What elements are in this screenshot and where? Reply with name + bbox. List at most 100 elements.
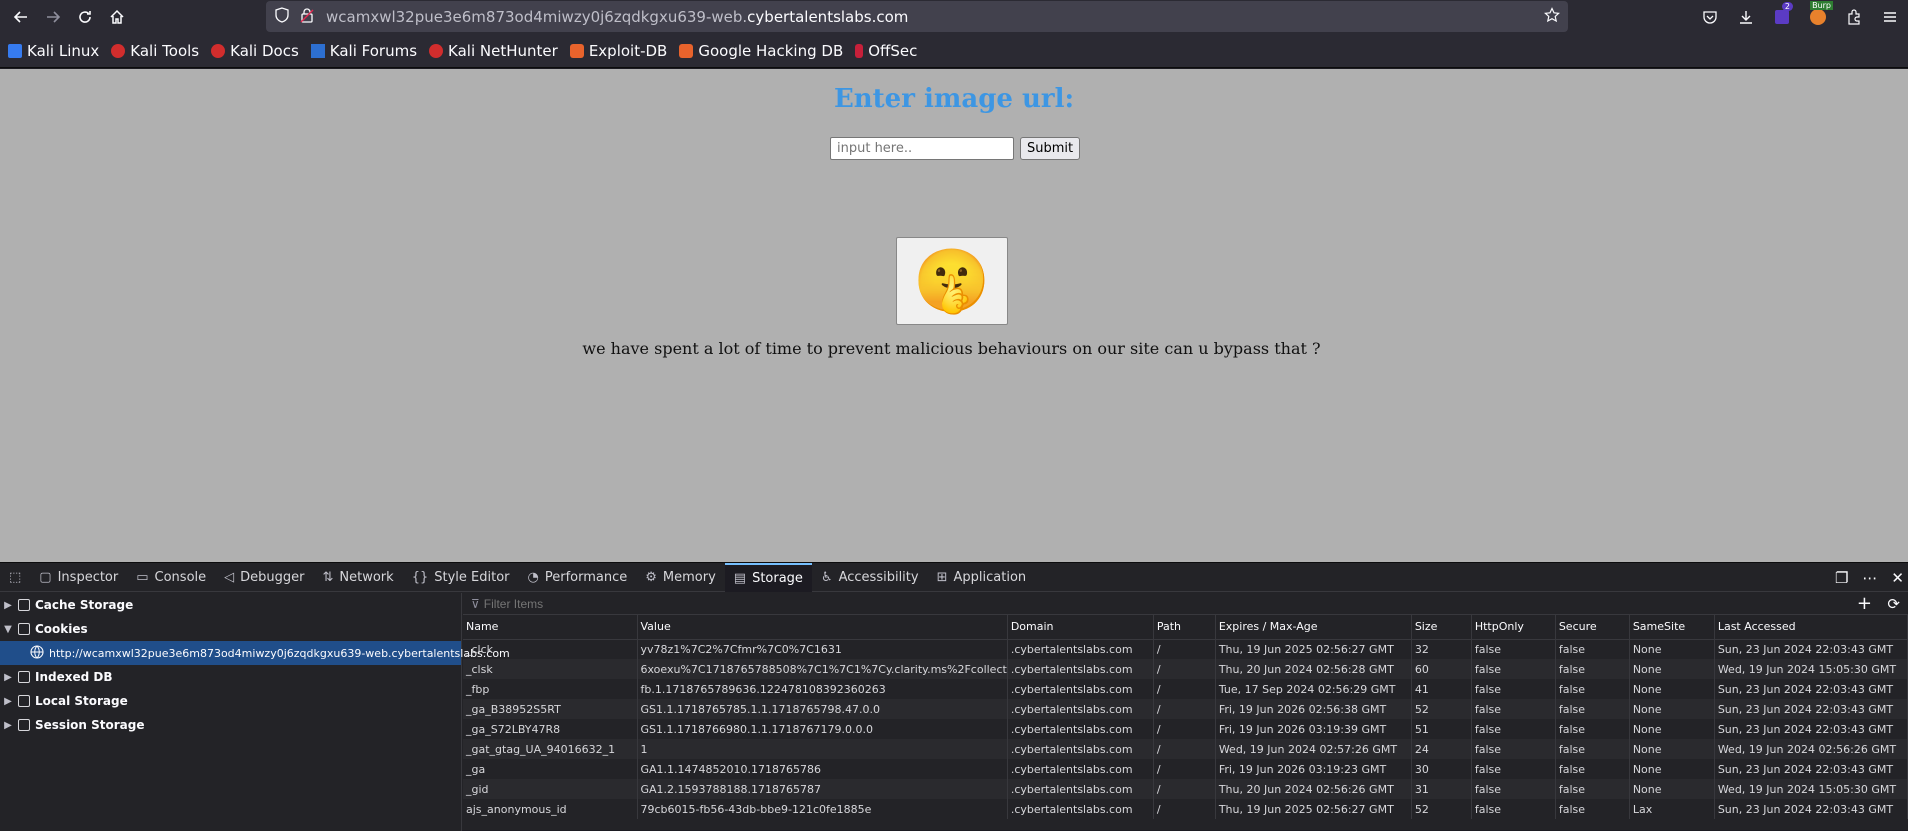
table-cell: 6xoexu%7C1718765788508%7C1%7C1%7Cy.clari… (637, 659, 1008, 679)
column-header[interactable]: Value (637, 615, 1008, 640)
tab-network[interactable]: ⇅ Network (314, 563, 403, 592)
table-cell: / (1153, 699, 1216, 719)
devtools-controls: ❐ ⋯ ✕ (1835, 563, 1904, 592)
back-arrow-icon[interactable] (5, 1, 37, 33)
extension-badge-icon[interactable]: 2 (1764, 0, 1800, 34)
tab-inspector[interactable]: ▢ Inspector (30, 563, 127, 592)
collapse-arrow-icon[interactable]: ▼ (0, 624, 16, 635)
tab-console[interactable]: ▭ Console (127, 563, 215, 592)
tab-debugger[interactable]: ◁ Debugger (215, 563, 313, 592)
image-url-input[interactable] (830, 137, 1014, 160)
bookmark-kali-docs[interactable]: Kali Docs (211, 42, 299, 60)
table-cell: .cybertalentslabs.com (1007, 719, 1154, 739)
column-header[interactable]: Secure (1555, 615, 1630, 640)
bookmark-exploit-db[interactable]: Exploit-DB (569, 42, 667, 60)
burp-extension-icon[interactable]: Burp (1800, 0, 1836, 34)
table-cell: / (1153, 679, 1216, 699)
table-row[interactable]: _gid GA1.2.1593788188.1718765787 .cybertal… (463, 779, 1908, 799)
tab-style-editor[interactable]: {} Style Editor (403, 563, 519, 592)
column-header[interactable]: Name (463, 615, 638, 640)
menu-hamburger-icon[interactable] (1872, 0, 1908, 34)
bookmark-kali-forums[interactable]: Kali Forums (310, 42, 417, 60)
table-cell: Sun, 23 Jun 2024 22:03:43 GMT (1714, 699, 1908, 719)
column-header[interactable]: Size (1411, 615, 1472, 640)
tree-session-storage[interactable]: ▶ Session Storage (0, 713, 461, 737)
expand-arrow-icon[interactable]: ▶ (0, 600, 16, 611)
tree-cookie-host[interactable]: http://wcamxwl32pue3e6m873od4miwzy0j6zqd… (0, 641, 510, 665)
dock-icon[interactable]: ❐ (1835, 569, 1848, 587)
table-row[interactable]: ajs_anonymous_id 79cb6015-fb56-43db-bbe9-… (463, 799, 1908, 819)
table-row[interactable]: _ga GA1.1.1474852010.1718765786 .cybertale… (463, 759, 1908, 779)
table-cell: false (1555, 799, 1630, 819)
element-picker-button[interactable]: ⬚ (0, 563, 30, 592)
table-cell: 24 (1411, 739, 1472, 759)
bookmark-google-hacking-db[interactable]: Google Hacking DB (679, 42, 843, 60)
tree-local-storage[interactable]: ▶ Local Storage (0, 689, 461, 713)
url-text[interactable]: wcamxwl32pue3e6m873od4miwzy0j6zqdkgxu639… (326, 8, 908, 26)
table-cell: Thu, 19 Jun 2025 02:56:27 GMT (1215, 639, 1412, 659)
tree-label: Local Storage (35, 694, 128, 708)
close-icon[interactable]: ✕ (1891, 569, 1904, 587)
url-form: Submit (830, 137, 1081, 160)
tree-cache-storage[interactable]: ▶ Cache Storage (0, 593, 461, 617)
table-cell: Sun, 23 Jun 2024 22:03:43 GMT (1714, 759, 1908, 779)
bookmark-label: Kali NetHunter (448, 41, 558, 60)
bookmark-kali-nethunter[interactable]: Kali NetHunter (429, 42, 558, 60)
table-cell: Thu, 20 Jun 2024 02:56:28 GMT (1215, 659, 1412, 679)
tab-performance[interactable]: ◔ Performance (519, 563, 637, 592)
filter-input[interactable] (483, 596, 784, 611)
bookmark-offsec[interactable]: OffSec (855, 42, 917, 60)
column-header[interactable]: Domain (1007, 615, 1154, 640)
reload-icon[interactable] (69, 1, 101, 33)
expand-arrow-icon[interactable]: ▶ (0, 696, 16, 707)
shushing-face-icon: 🤫 (913, 244, 991, 317)
tab-storage[interactable]: ▤ Storage (724, 562, 812, 592)
expand-arrow-icon[interactable]: ▶ (0, 720, 16, 731)
tree-indexed-db[interactable]: ▶ Indexed DB (0, 665, 461, 689)
bookmark-kali-tools[interactable]: Kali Tools (111, 42, 199, 60)
column-header[interactable]: SameSite (1629, 615, 1715, 640)
submit-button[interactable]: Submit (1020, 137, 1081, 160)
column-header[interactable]: Path (1153, 615, 1216, 640)
tab-label: Accessibility (838, 569, 919, 585)
kali-dragon-icon (8, 43, 22, 58)
table-row[interactable]: _fbp fb.1.1718765789636.12247810839236026… (463, 679, 1908, 699)
tree-cookies[interactable]: ▼ Cookies (0, 617, 461, 641)
shield-icon[interactable] (274, 6, 290, 27)
forward-arrow-icon[interactable] (37, 1, 69, 33)
table-cell: false (1555, 659, 1630, 679)
more-options-icon[interactable]: ⋯ (1862, 569, 1877, 587)
table-cell: _clck (463, 639, 638, 659)
not-secure-lock-icon[interactable] (300, 7, 314, 27)
bookmark-kali-linux[interactable]: Kali Linux (8, 42, 99, 60)
expand-arrow-icon[interactable]: ▶ (0, 672, 16, 683)
toolbar-right: 2 Burp (1692, 0, 1908, 34)
refresh-icon[interactable]: ⟳ (1887, 595, 1900, 613)
column-header[interactable]: Last Accessed (1714, 615, 1908, 640)
table-row[interactable]: _clck yv78z1%7C2%7Cfmr%7C0%7C1631 .cyberta… (463, 639, 1908, 659)
add-item-icon[interactable]: + (1857, 593, 1872, 614)
tab-label: Console (154, 569, 207, 585)
table-cell: false (1555, 679, 1630, 699)
table-cell: 31 (1411, 779, 1472, 799)
table-row[interactable]: _gat_gtag_UA_94016632_1 1 .cybertalentslab… (463, 739, 1908, 759)
tab-application[interactable]: ⊞ Application (928, 563, 1036, 592)
downloads-icon[interactable] (1728, 0, 1764, 34)
table-row[interactable]: _ga_S72LBY47R8 GS1.1.1718766980.1.1.17187… (463, 719, 1908, 739)
column-header[interactable]: HttpOnly (1471, 615, 1556, 640)
extensions-puzzle-icon[interactable] (1836, 0, 1872, 34)
url-bar[interactable]: wcamxwl32pue3e6m873od4miwzy0j6zqdkgxu639… (266, 1, 1568, 32)
table-row[interactable]: _ga_B38952S5RT GS1.1.1718765785.1.1.17187… (463, 699, 1908, 719)
storage-icon (18, 719, 30, 731)
tab-accessibility[interactable]: ♿ Accessibility (812, 563, 928, 592)
nethunter-icon (429, 43, 444, 58)
pocket-icon[interactable] (1692, 0, 1728, 34)
table-cell: Tue, 17 Sep 2024 02:56:29 GMT (1215, 679, 1412, 699)
bookmark-star-icon[interactable] (1544, 6, 1560, 27)
column-header[interactable]: Expires / Max-Age (1215, 615, 1412, 640)
tab-memory[interactable]: ⚙ Memory (636, 563, 725, 592)
storage-tree: ▶ Cache Storage ▼ Cookies http://wcamxwl32… (0, 593, 510, 831)
table-row[interactable]: _clsk 6xoexu%7C1718765788508%7C1%7C1%7Cy.… (463, 659, 1908, 679)
home-icon[interactable] (101, 1, 133, 33)
image-preview: 🤫 (896, 237, 1008, 325)
